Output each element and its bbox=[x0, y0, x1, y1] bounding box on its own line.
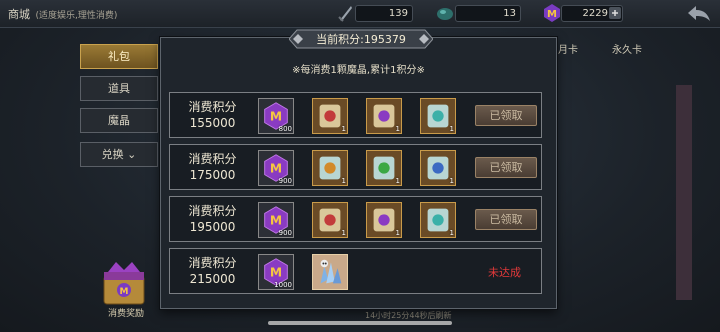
ice-crystal-skull-icon[interactable] bbox=[312, 254, 348, 290]
svg-text:M: M bbox=[270, 110, 282, 124]
unreached-status: 未达成 bbox=[488, 266, 521, 279]
claimed-button[interactable]: 已领取 bbox=[475, 105, 537, 126]
shop-subtitle-text: (适度娱乐,理性消费) bbox=[35, 11, 118, 21]
svg-text:M: M bbox=[270, 162, 282, 176]
stone-icon bbox=[437, 8, 453, 20]
home-indicator[interactable] bbox=[268, 321, 452, 325]
magic-crystal-reward-icon[interactable]: M 900 bbox=[258, 150, 294, 186]
red-scroll-icon[interactable]: 1 bbox=[312, 98, 348, 134]
sidebar-item-crystal[interactable]: 魔晶 bbox=[80, 108, 158, 133]
background-panel-strip bbox=[676, 85, 692, 300]
svg-text:M: M bbox=[120, 287, 129, 297]
current-points-text: 当前积分:195379 bbox=[316, 33, 406, 46]
consumption-bonus-label[interactable]: 消费奖励 bbox=[96, 306, 156, 319]
svg-text:M: M bbox=[270, 266, 282, 280]
top-bar: 商城 (适度娱乐,理性消费) 139 13 M 2229 bbox=[0, 0, 720, 28]
shop-title-text: 商城 bbox=[8, 8, 30, 21]
sidebar-item-gift[interactable]: 礼包 bbox=[80, 44, 158, 69]
reward-row: 消费积分 155000 M 800 1 1 1 已领取 bbox=[169, 92, 542, 138]
stamina-counter: 139 bbox=[355, 5, 413, 22]
claimed-button[interactable]: 已领取 bbox=[475, 157, 537, 178]
magic-crystal-reward-icon[interactable]: M 1000 bbox=[258, 254, 294, 290]
teal-scroll-icon[interactable]: 1 bbox=[420, 202, 456, 238]
row-label: 消费积分 155000 bbox=[188, 100, 237, 130]
row-label: 消费积分 215000 bbox=[188, 256, 237, 286]
svg-text:M: M bbox=[270, 214, 282, 228]
green-scroll-icon[interactable]: 1 bbox=[366, 150, 402, 186]
purple-scroll-icon[interactable]: 1 bbox=[366, 202, 402, 238]
points-rule-text: ※每消费1颗魔晶,累计1积分※ bbox=[292, 65, 425, 76]
reward-row: 消费积分 175000 M 900 1 1 1 已领取 bbox=[169, 144, 542, 190]
energy-counter: 13 bbox=[455, 5, 521, 22]
back-arrow-icon[interactable] bbox=[686, 4, 712, 22]
sword-icon bbox=[338, 6, 352, 22]
teal-scroll-icon[interactable]: 1 bbox=[420, 98, 456, 134]
reward-row: 消费积分 215000 M 1000 未达成 bbox=[169, 248, 542, 294]
current-points-header: 当前积分:195379 bbox=[289, 28, 433, 50]
blue-scroll-icon[interactable]: 1 bbox=[420, 150, 456, 186]
refresh-timer: 14小时25分44秒后刷新 bbox=[365, 311, 452, 320]
page-title: 商城 (适度娱乐,理性消费) bbox=[8, 6, 117, 22]
claimed-button[interactable]: 已领取 bbox=[475, 209, 537, 230]
purple-scroll-icon[interactable]: 1 bbox=[366, 98, 402, 134]
sidebar-item-items[interactable]: 道具 bbox=[80, 76, 158, 101]
orange-scroll-icon[interactable]: 1 bbox=[312, 150, 348, 186]
tab-permanent-card[interactable]: 永久卡 bbox=[612, 40, 642, 62]
add-gems-icon[interactable] bbox=[609, 7, 621, 19]
magic-crystal-icon: M bbox=[544, 4, 560, 22]
red-scroll-icon[interactable]: 1 bbox=[312, 202, 348, 238]
sidebar-item-exchange[interactable]: 兑换 ⌄ bbox=[80, 142, 158, 167]
row-label: 消费积分 175000 bbox=[188, 152, 237, 182]
consumption-bonus-chest-icon[interactable]: M bbox=[98, 258, 150, 310]
magic-crystal-reward-icon[interactable]: M 900 bbox=[258, 202, 294, 238]
svg-text:M: M bbox=[547, 9, 557, 20]
reward-row: 消费积分 195000 M 900 1 1 1 已领取 bbox=[169, 196, 542, 242]
magic-crystal-reward-icon[interactable]: M 800 bbox=[258, 98, 294, 134]
row-label: 消费积分 195000 bbox=[188, 204, 237, 234]
